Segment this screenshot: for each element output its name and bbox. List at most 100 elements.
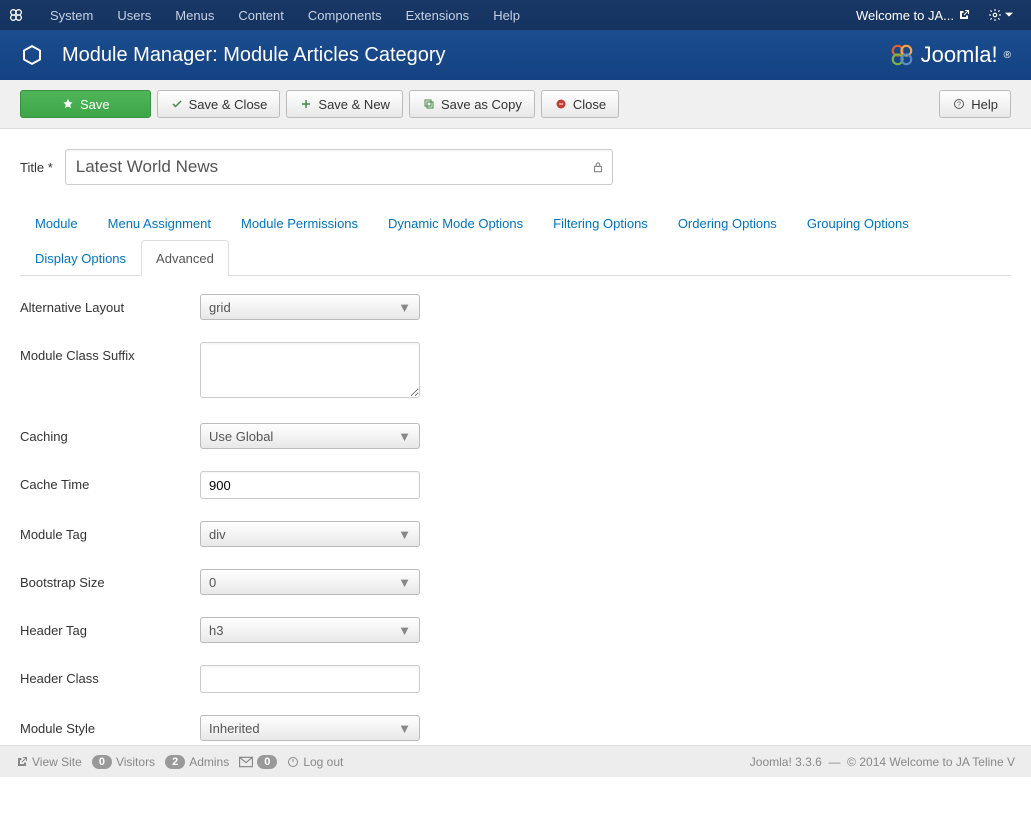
select-bootstrap-size[interactable]: 0 ▼ <box>200 569 420 595</box>
save-button[interactable]: Save <box>20 90 151 118</box>
chevron-down-icon: ▼ <box>398 527 411 542</box>
close-label: Close <box>573 97 606 112</box>
tab-module-permissions[interactable]: Module Permissions <box>226 205 373 241</box>
textarea-module-class-suffix[interactable] <box>200 342 420 398</box>
label-caching: Caching <box>20 423 200 444</box>
label-header-tag: Header Tag <box>20 617 200 638</box>
sep: — <box>829 755 841 769</box>
tab-dynamic-mode-options[interactable]: Dynamic Mode Options <box>373 205 538 241</box>
external-link-icon <box>958 9 970 21</box>
menu-content[interactable]: Content <box>226 2 296 29</box>
field-module-style: Module Style Inherited ▼ <box>20 715 1011 741</box>
save-close-button[interactable]: Save & Close <box>157 90 281 118</box>
lock-icon <box>591 160 605 174</box>
tab-ordering-options[interactable]: Ordering Options <box>663 205 792 241</box>
menu-help[interactable]: Help <box>481 2 532 29</box>
save-label: Save <box>80 97 110 112</box>
menu-menus[interactable]: Menus <box>163 2 226 29</box>
envelope-icon <box>239 756 253 768</box>
chevron-down-icon <box>1005 11 1013 19</box>
select-value: h3 <box>209 623 223 638</box>
save-copy-button[interactable]: Save as Copy <box>409 90 535 118</box>
page-header: Module Manager: Module Articles Category… <box>0 30 1031 80</box>
field-header-class: Header Class <box>20 665 1011 693</box>
title-label: Title * <box>20 160 53 175</box>
tab-display-options[interactable]: Display Options <box>20 240 141 276</box>
welcome-user[interactable]: Welcome to JA... <box>848 8 978 23</box>
field-alternative-layout: Alternative Layout grid ▼ <box>20 294 1011 320</box>
view-site-link[interactable]: View Site <box>16 755 82 769</box>
chevron-down-icon: ▼ <box>398 721 411 736</box>
welcome-label: Welcome to JA... <box>856 8 954 23</box>
messages-count: 0 <box>257 755 277 769</box>
admin-menu: System Users Menus Content Components Ex… <box>38 2 532 29</box>
joomla-brand: Joomla! ® <box>889 42 1011 68</box>
visitors-link[interactable]: 0 Visitors <box>92 755 155 769</box>
admins-label: Admins <box>189 755 229 769</box>
menu-system[interactable]: System <box>38 2 105 29</box>
menu-components[interactable]: Components <box>296 2 394 29</box>
chevron-down-icon: ▼ <box>398 623 411 638</box>
messages-link[interactable]: 0 <box>239 755 277 769</box>
plus-icon <box>299 97 313 111</box>
brand-text: Joomla! <box>921 42 998 68</box>
label-cache-time: Cache Time <box>20 471 200 492</box>
tab-bar: Module Menu Assignment Module Permission… <box>20 205 1011 276</box>
check-icon <box>170 97 184 111</box>
label-alternative-layout: Alternative Layout <box>20 294 200 315</box>
admins-link[interactable]: 2 Admins <box>165 755 229 769</box>
field-module-class-suffix: Module Class Suffix <box>20 342 1011 401</box>
chevron-down-icon: ▼ <box>398 575 411 590</box>
brand-reg: ® <box>1004 50 1011 61</box>
input-header-class[interactable] <box>200 665 420 693</box>
chevron-down-icon: ▼ <box>398 429 411 444</box>
cancel-icon <box>554 97 568 111</box>
settings-menu[interactable] <box>978 8 1023 22</box>
tab-grouping-options[interactable]: Grouping Options <box>792 205 924 241</box>
tab-menu-assignment[interactable]: Menu Assignment <box>93 205 226 241</box>
label-module-tag: Module Tag <box>20 521 200 542</box>
visitors-label: Visitors <box>116 755 155 769</box>
title-input[interactable] <box>65 149 613 185</box>
joomla-logo-icon <box>889 42 915 68</box>
help-label: Help <box>971 97 998 112</box>
select-value: Inherited <box>209 721 260 736</box>
input-cache-time[interactable] <box>200 471 420 499</box>
joomla-mark-icon <box>8 6 26 24</box>
status-bar: View Site 0 Visitors 2 Admins 0 Log out … <box>0 745 1031 777</box>
view-site-label: View Site <box>32 755 82 769</box>
save-copy-label: Save as Copy <box>441 97 522 112</box>
select-alternative-layout[interactable]: grid ▼ <box>200 294 420 320</box>
svg-text:?: ? <box>957 102 961 109</box>
gear-icon <box>988 8 1002 22</box>
select-module-tag[interactable]: div ▼ <box>200 521 420 547</box>
menu-extensions[interactable]: Extensions <box>394 2 482 29</box>
copy-icon <box>422 97 436 111</box>
label-module-class-suffix: Module Class Suffix <box>20 342 200 363</box>
field-cache-time: Cache Time <box>20 471 1011 499</box>
label-module-style: Module Style <box>20 715 200 736</box>
tab-filtering-options[interactable]: Filtering Options <box>538 205 663 241</box>
page-title: Module Manager: Module Articles Category <box>62 44 446 67</box>
help-button[interactable]: ? Help <box>939 90 1011 118</box>
save-close-label: Save & Close <box>189 97 268 112</box>
save-new-label: Save & New <box>318 97 390 112</box>
select-module-style[interactable]: Inherited ▼ <box>200 715 420 741</box>
menu-users[interactable]: Users <box>105 2 163 29</box>
close-button[interactable]: Close <box>541 90 619 118</box>
select-caching[interactable]: Use Global ▼ <box>200 423 420 449</box>
module-cube-icon <box>20 41 48 69</box>
logout-icon <box>287 756 299 768</box>
select-value: 0 <box>209 575 216 590</box>
version-label: Joomla! 3.3.6 <box>750 755 822 769</box>
tab-module[interactable]: Module <box>20 205 93 241</box>
visitors-count: 0 <box>92 755 112 769</box>
field-module-tag: Module Tag div ▼ <box>20 521 1011 547</box>
save-new-button[interactable]: Save & New <box>286 90 403 118</box>
top-navbar: System Users Menus Content Components Ex… <box>0 0 1031 30</box>
admins-count: 2 <box>165 755 185 769</box>
tab-advanced[interactable]: Advanced <box>141 240 229 276</box>
logout-link[interactable]: Log out <box>287 755 343 769</box>
select-header-tag[interactable]: h3 ▼ <box>200 617 420 643</box>
label-bootstrap-size: Bootstrap Size <box>20 569 200 590</box>
